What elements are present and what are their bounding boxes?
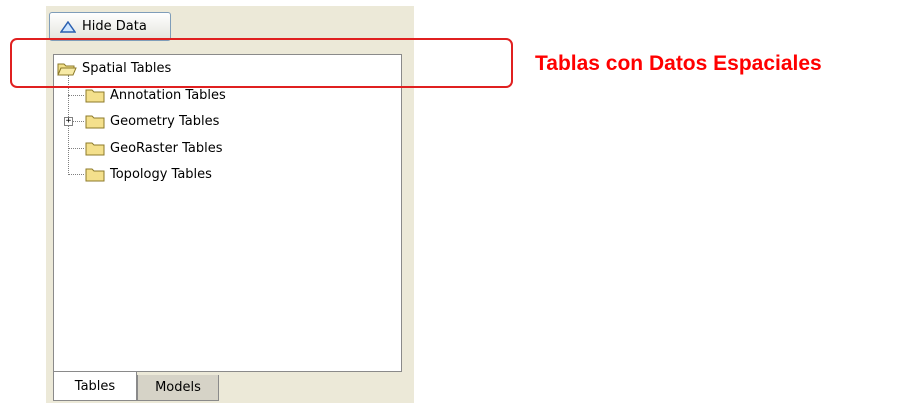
tree-connector bbox=[68, 95, 84, 96]
tree-item-geometry-tables[interactable]: Geometry Tables bbox=[85, 111, 219, 131]
tree-connector bbox=[68, 148, 84, 149]
tree-item-topology-tables[interactable]: Topology Tables bbox=[85, 164, 212, 184]
spatial-tables-tree[interactable]: Spatial Tables Annotation Tables + Geome… bbox=[53, 54, 402, 372]
tree-item-georaster-tables[interactable]: GeoRaster Tables bbox=[85, 138, 222, 158]
tree-item-label: Annotation Tables bbox=[110, 87, 226, 103]
tree-item-label: Topology Tables bbox=[110, 166, 212, 182]
tree-item-annotation-tables[interactable]: Annotation Tables bbox=[85, 85, 226, 105]
tab-tables[interactable]: Tables bbox=[53, 372, 137, 401]
tab-models[interactable]: Models bbox=[137, 375, 219, 401]
hide-data-button[interactable]: Hide Data bbox=[49, 12, 171, 41]
annotation-label: Tablas con Datos Espaciales bbox=[535, 52, 822, 75]
tree-connector bbox=[73, 121, 84, 122]
tree-item-label: GeoRaster Tables bbox=[110, 140, 223, 156]
tree-item-label: Geometry Tables bbox=[110, 113, 220, 129]
tab-label: Tables bbox=[74, 378, 116, 394]
folder-icon bbox=[85, 168, 105, 181]
highlight-box bbox=[10, 38, 513, 88]
expand-icon[interactable]: + bbox=[64, 117, 73, 126]
folder-icon bbox=[85, 142, 105, 155]
triangle-up-icon bbox=[60, 20, 76, 33]
hide-data-label: Hide Data bbox=[82, 19, 147, 34]
tree-connector bbox=[68, 174, 84, 175]
folder-icon bbox=[85, 89, 105, 102]
tab-label: Models bbox=[155, 380, 201, 395]
folder-icon bbox=[85, 115, 105, 128]
